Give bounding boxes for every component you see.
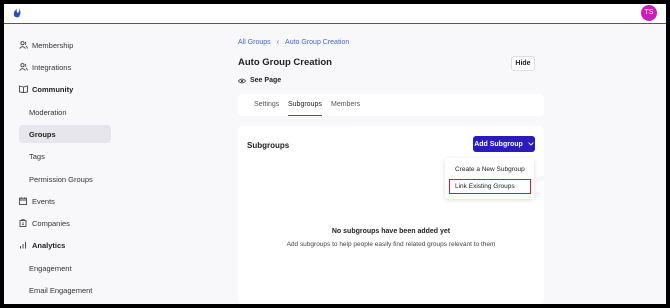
book-icon	[18, 84, 28, 94]
sidebar-item-companies[interactable]: Companies	[18, 214, 70, 232]
page-title: Auto Group Creation	[238, 57, 332, 68]
add-subgroup-button[interactable]: Add Subgroup	[473, 136, 535, 152]
top-bar: TS	[4, 4, 666, 24]
sidebar-item-label: Membership	[32, 40, 74, 50]
sidebar-item-membership[interactable]: Membership	[18, 36, 73, 54]
add-subgroup-dropdown: Create a New Subgroup Link Existing Grou…	[445, 158, 534, 199]
subgroups-card: Subgroups Add Subgroup Create a New Subg…	[238, 126, 544, 304]
sidebar-item-permission-groups[interactable]: Permission Groups	[19, 170, 111, 188]
sidebar-item-label: Tags	[29, 151, 45, 161]
users-icon	[18, 40, 28, 50]
see-page-label: See Page	[250, 77, 282, 84]
logo-icon[interactable]	[12, 7, 22, 19]
breadcrumb-current-link[interactable]: Auto Group Creation	[285, 39, 349, 46]
add-subgroup-label: Add Subgroup	[474, 140, 523, 148]
sidebar-item-label: Email Engagement	[29, 285, 93, 295]
sidebar-item-label: Community	[32, 84, 74, 94]
empty-state-title: No subgroups have been added yet	[331, 228, 451, 235]
tab-subgroups[interactable]: Subgroups	[288, 94, 322, 116]
see-page-link[interactable]: See Page	[238, 77, 281, 84]
sidebar-item-moderation[interactable]: Moderation	[19, 103, 111, 121]
users-icon	[18, 62, 28, 72]
tab-members[interactable]: Members	[331, 94, 360, 116]
sidebar-item-events[interactable]: Events	[18, 192, 55, 210]
sidebar-item-label: Engagement	[29, 263, 72, 273]
building-icon	[18, 218, 28, 228]
sidebar-item-label: Analytics	[32, 240, 66, 250]
sidebar-item-analytics[interactable]: Analytics	[18, 236, 65, 254]
sidebar-item-label: Companies	[32, 218, 70, 228]
sidebar-item-label: Groups	[29, 129, 56, 139]
empty-state-description: Add subgroups to help people easily find…	[286, 241, 496, 248]
avatar[interactable]: TS	[641, 5, 657, 21]
tab-settings[interactable]: Settings	[254, 94, 279, 116]
sidebar-item-label: Moderation	[29, 107, 67, 117]
sidebar-item-integrations[interactable]: Integrations	[18, 58, 71, 76]
breadcrumb: All Groups ‹ Auto Group Creation	[238, 39, 349, 46]
breadcrumb-all-groups-link[interactable]: All Groups	[238, 39, 271, 46]
sidebar-item-tags[interactable]: Tags	[19, 147, 111, 165]
link-existing-groups-option[interactable]: Link Existing Groups	[455, 183, 515, 190]
app-window: TS Membership Integrations Community Mod…	[4, 4, 666, 304]
sidebar-item-label: Events	[32, 196, 55, 206]
create-new-subgroup-option[interactable]: Create a New Subgroup	[455, 166, 525, 173]
hide-button[interactable]: Hide	[511, 56, 535, 71]
sidebar: Membership Integrations Community Modera…	[4, 25, 124, 304]
sidebar-item-label: Integrations	[32, 62, 72, 72]
calendar-icon	[18, 196, 28, 206]
sidebar-item-email-engagement[interactable]: Email Engagement	[19, 281, 111, 299]
sidebar-item-label: Permission Groups	[29, 174, 93, 184]
sidebar-item-groups[interactable]: Groups	[19, 125, 111, 143]
bar-chart-icon	[18, 240, 28, 250]
eye-icon	[238, 78, 246, 84]
sidebar-item-engagement[interactable]: Engagement	[19, 259, 111, 277]
tabs-bar: Settings Subgroups Members	[238, 94, 544, 116]
subgroups-title: Subgroups	[247, 141, 290, 150]
sidebar-item-community[interactable]: Community	[18, 80, 73, 98]
chevron-down-icon	[528, 142, 534, 146]
chevron-left-icon: ‹	[276, 39, 280, 46]
